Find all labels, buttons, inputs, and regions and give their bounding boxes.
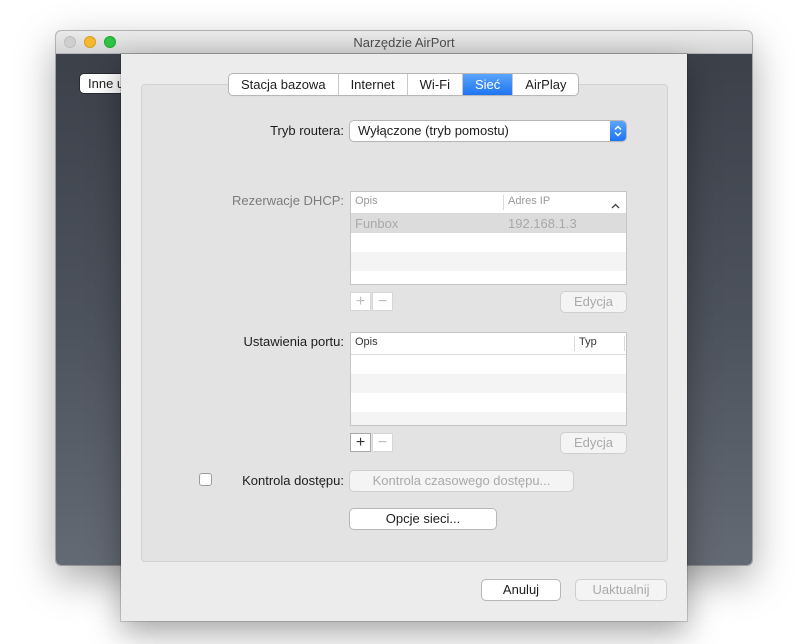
popup-arrows-icon xyxy=(610,121,626,141)
port-col-desc[interactable]: Opis xyxy=(355,336,378,348)
table-row xyxy=(351,374,626,393)
minimize-window-button[interactable] xyxy=(84,36,96,48)
tab-bar: Stacja bazowa Internet Wi-Fi Sieć AirPla… xyxy=(229,74,579,95)
dhcp-row-desc: Funbox xyxy=(355,216,399,231)
update-button[interactable]: Uaktualnij xyxy=(576,580,666,600)
dhcp-add-button[interactable]: + xyxy=(350,292,371,311)
router-mode-value: Wyłączone (tryb pomostu) xyxy=(358,123,509,138)
table-row[interactable]: Funbox 192.168.1.3 xyxy=(351,214,626,233)
router-mode-popup[interactable]: Wyłączone (tryb pomostu) xyxy=(350,121,626,141)
table-row xyxy=(351,355,626,374)
title-bar: Narzędzie AirPort xyxy=(56,31,752,54)
zoom-window-button[interactable] xyxy=(104,36,116,48)
dhcp-edit-button[interactable]: Edycja xyxy=(561,292,626,312)
dhcp-add-remove-buttons: + − xyxy=(350,292,394,311)
dhcp-row-ip: 192.168.1.3 xyxy=(508,216,577,231)
port-remove-button[interactable]: − xyxy=(372,433,393,452)
settings-sheet: Stacja bazowa Internet Wi-Fi Sieć AirPla… xyxy=(121,54,687,621)
tab-base-station[interactable]: Stacja bazowa xyxy=(229,74,339,95)
dhcp-col-desc[interactable]: Opis xyxy=(355,195,378,207)
port-settings-label: Ustawienia portu: xyxy=(243,334,344,349)
access-control-label[interactable]: Kontrola dostępu: xyxy=(242,473,344,488)
tab-airplay[interactable]: AirPlay xyxy=(513,74,578,95)
port-add-button[interactable]: + xyxy=(350,433,371,452)
port-col-type[interactable]: Typ xyxy=(579,336,597,348)
router-mode-label: Tryb routera: xyxy=(270,123,344,138)
dhcp-reservations-label: Rezerwacje DHCP: xyxy=(232,193,344,208)
port-settings-table[interactable]: Opis Typ xyxy=(350,332,627,426)
tab-network[interactable]: Sieć xyxy=(462,74,514,95)
tab-internet[interactable]: Internet xyxy=(339,74,408,95)
close-window-button[interactable] xyxy=(64,36,76,48)
access-control-checkbox[interactable] xyxy=(199,473,212,486)
dhcp-col-ip[interactable]: Adres IP xyxy=(508,195,550,207)
port-add-remove-buttons: + − xyxy=(350,433,394,452)
table-row xyxy=(351,412,626,425)
column-separator xyxy=(503,195,504,210)
network-options-button[interactable]: Opcje sieci... xyxy=(350,509,496,529)
table-row xyxy=(351,393,626,412)
column-separator xyxy=(574,336,575,351)
window-title: Narzędzie AirPort xyxy=(353,35,455,50)
table-row xyxy=(351,252,626,271)
port-edit-button[interactable]: Edycja xyxy=(561,433,626,453)
dhcp-table[interactable]: Opis Adres IP Funbox 192.168.1.3 xyxy=(350,191,627,285)
table-row xyxy=(351,271,626,284)
sort-ascending-icon xyxy=(611,197,620,212)
timed-access-button[interactable]: Kontrola czasowego dostępu... xyxy=(350,471,573,491)
table-row xyxy=(351,233,626,252)
dhcp-table-header: Opis Adres IP xyxy=(351,192,626,214)
port-table-header: Opis Typ xyxy=(351,333,626,355)
tab-wifi[interactable]: Wi-Fi xyxy=(408,74,463,95)
column-separator xyxy=(624,336,625,351)
cancel-button[interactable]: Anuluj xyxy=(482,580,560,600)
dhcp-remove-button[interactable]: − xyxy=(372,292,393,311)
